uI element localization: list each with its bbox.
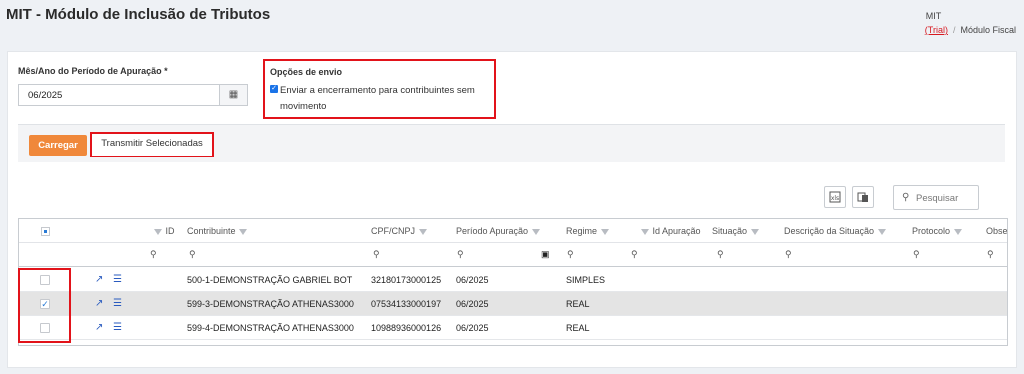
search-input[interactable]: Pesquisar [916,193,958,204]
table-row[interactable]: ↗ ☰ 500-1-DEMONSTRAÇÃO GABRIEL BOT 32180… [19,268,1007,292]
column-chooser-icon[interactable] [852,186,874,208]
select-all-checkbox[interactable] [41,227,50,236]
filter-icon[interactable] [154,229,162,235]
column-header-cpf-cnpj[interactable]: CPF/CNPJ [371,226,428,236]
column-header-situacao[interactable]: Situação [712,226,760,236]
search-box[interactable]: ⚲ Pesquisar [893,185,979,210]
filter-icon[interactable] [600,229,609,235]
cell-regime: REAL [566,299,590,309]
column-header-regime[interactable]: Regime [566,226,610,236]
list-icon[interactable]: ☰ [113,274,122,285]
external-link-icon[interactable]: ↗ [95,298,103,309]
list-icon[interactable]: ☰ [113,322,122,333]
cell-regime: SIMPLES [566,275,606,285]
filter-icon[interactable] [750,229,759,235]
column-header-id[interactable]: ID [153,226,175,236]
calendar-icon[interactable]: ▦ [219,85,247,105]
filter-icon[interactable] [418,229,427,235]
load-button[interactable]: Carregar [29,135,87,156]
search-icon[interactable]: ⚲ [785,249,792,260]
filter-icon[interactable] [641,229,649,235]
cell-periodo: 06/2025 [456,299,489,309]
table-row[interactable]: ✓ ↗ ☰ 599-3-DEMONSTRAÇÃO ATHENAS3000 075… [19,292,1007,316]
breadcrumb-current: Módulo Fiscal [960,25,1016,35]
checkbox-column-highlight-box [18,268,71,343]
breadcrumb-app: MIT [925,11,942,21]
search-icon[interactable]: ⚲ [987,249,994,260]
excel-export-icon[interactable]: xls [824,186,846,208]
cell-contribuinte: 599-4-DEMONSTRAÇÃO ATHENAS3000 [187,323,354,333]
cell-periodo: 06/2025 [456,275,489,285]
search-icon[interactable]: ⚲ [150,249,157,260]
column-header-id-apuracao[interactable]: Id Apuração [640,226,701,236]
period-value: 06/2025 [28,90,63,101]
search-icon: ⚲ [902,192,910,203]
svg-text:xls: xls [831,195,839,202]
external-link-icon[interactable]: ↗ [95,322,103,333]
filter-icon[interactable] [953,229,962,235]
breadcrumb: MIT (Trial) / Módulo Fiscal [925,11,1016,35]
column-header-periodo[interactable]: Período Apuração [456,226,541,236]
search-icon[interactable]: ⚲ [913,249,920,260]
page-title: MIT - Módulo de Inclusão de Tributos [6,6,271,23]
grid-header: ID Contribuinte CPF/CNPJ Período Apuraçã… [19,219,1007,243]
column-header-protocolo[interactable]: Protocolo [912,226,963,236]
search-icon[interactable]: ⚲ [631,249,638,260]
period-label: Mês/Ano do Período de Apuração * [18,66,168,76]
column-header-descricao[interactable]: Descrição da Situação [784,226,887,236]
send-option-checkbox[interactable]: ✓ [270,85,278,93]
main-panel: Mês/Ano do Período de Apuração * 06/2025… [7,51,1017,368]
search-icon[interactable]: ⚲ [567,249,574,260]
calendar-icon[interactable]: ▣ [541,249,550,260]
options-label: Opções de envio [270,67,343,77]
period-input[interactable]: 06/2025 ▦ [18,84,248,106]
column-header-contribuinte[interactable]: Contribuinte [187,226,248,236]
send-option-label: Enviar a encerramento para contribuintes… [280,85,475,112]
cell-regime: REAL [566,323,590,333]
external-link-icon[interactable]: ↗ [95,274,103,285]
table-row[interactable]: ↗ ☰ 599-4-DEMONSTRAÇÃO ATHENAS3000 10988… [19,316,1007,340]
search-icon[interactable]: ⚲ [457,249,464,260]
breadcrumb-trial-link[interactable]: (Trial) [925,25,948,35]
cell-cnpj: 32180173000125 [371,275,442,285]
list-icon[interactable]: ☰ [113,298,122,309]
search-icon[interactable]: ⚲ [373,249,380,260]
filter-icon[interactable] [239,229,248,235]
filter-icon[interactable] [531,229,540,235]
grid-filter-row: ⚲ ⚲ ⚲ ⚲ ▣ ⚲ ⚲ ⚲ ⚲ ⚲ ⚲ [19,243,1007,267]
transmit-selected-button[interactable]: Transmitir Selecionadas [92,134,212,156]
action-toolbar: Carregar Transmitir Selecionadas [18,124,1005,162]
column-header-obs[interactable]: Obse [986,226,1007,236]
cell-periodo: 06/2025 [456,323,489,333]
cell-cnpj: 07534133000197 [371,299,442,309]
cell-contribuinte: 599-3-DEMONSTRAÇÃO ATHENAS3000 [187,299,354,309]
cell-cnpj: 10988936000126 [371,323,442,333]
breadcrumb-separator: / [952,25,956,35]
search-icon[interactable]: ⚲ [189,249,196,260]
data-grid: ID Contribuinte CPF/CNPJ Período Apuraçã… [18,218,1008,346]
cell-contribuinte: 500-1-DEMONSTRAÇÃO GABRIEL BOT [187,275,353,285]
filter-icon[interactable] [877,229,886,235]
search-icon[interactable]: ⚲ [717,249,724,260]
